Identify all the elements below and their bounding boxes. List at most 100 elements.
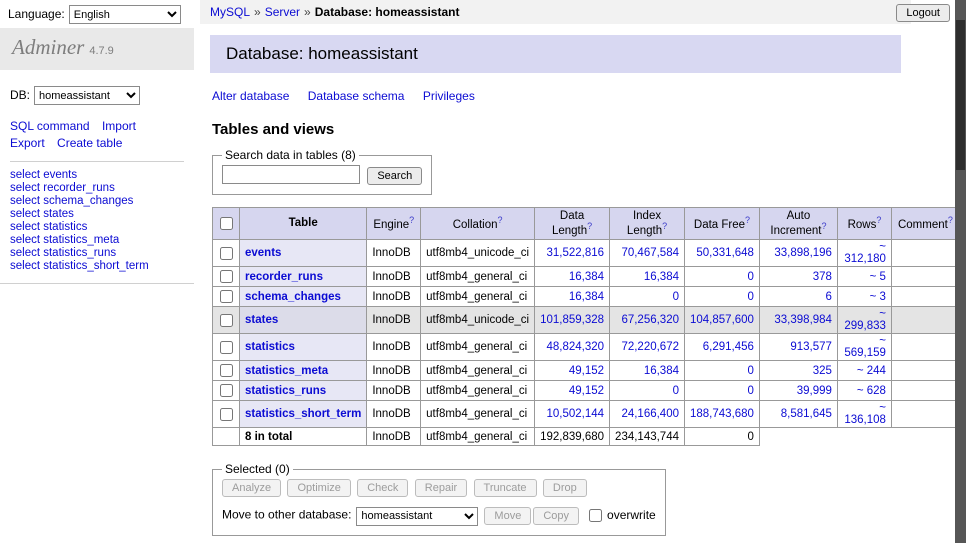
rows-count-link[interactable]: ~ 312,180 [844,241,886,265]
data-free-link[interactable]: 0 [748,385,754,397]
db-select[interactable]: homeassistant [34,86,140,105]
collation-doc-link[interactable]: Collation? [453,219,503,231]
sidebar-item-select-statistics-meta[interactable]: select statistics_meta [10,234,184,247]
table-name-link[interactable]: statistics_runs [245,385,326,397]
rows-count-link[interactable]: ~ 5 [870,271,886,283]
analyze-button[interactable]: Analyze [222,479,281,497]
row-checkbox[interactable] [220,341,233,354]
data-free-link[interactable]: 188,743,680 [690,408,754,420]
index-length-link[interactable]: 24,166,400 [621,408,679,420]
auto-increment-link[interactable]: 913,577 [790,341,832,353]
auto-increment-link[interactable]: 6 [826,291,832,303]
table-name-link[interactable]: statistics_short_term [245,408,361,420]
index-length-link[interactable]: 16,384 [644,271,679,283]
data-free-link[interactable]: 0 [748,271,754,283]
data-free-link[interactable]: 50,331,648 [696,247,754,259]
sidebar-item-select-statistics-short-term[interactable]: select statistics_short_term [10,260,184,273]
data-length-link[interactable]: 31,522,816 [546,247,604,259]
index-length-link[interactable]: 70,467,584 [621,247,679,259]
auto-increment-link[interactable]: 378 [813,271,832,283]
index-length-link[interactable]: 67,256,320 [621,314,679,326]
table-name-link[interactable]: schema_changes [245,291,341,303]
data-free-link[interactable]: 0 [748,365,754,377]
sidebar-item-export[interactable]: Export [10,136,45,150]
rows-count-link[interactable]: ~ 244 [857,365,886,377]
row-checkbox[interactable] [220,384,233,397]
database-schema-link[interactable]: Database schema [308,89,405,103]
table-name-link[interactable]: statistics_meta [245,365,328,377]
rows-count-link[interactable]: ~ 628 [857,385,886,397]
select-all-checkbox[interactable] [220,217,233,230]
overwrite-checkbox[interactable] [589,509,602,522]
move-database-select[interactable]: homeassistant [356,507,478,526]
truncate-button[interactable]: Truncate [474,479,537,497]
auto-increment-link[interactable]: 33,898,196 [774,247,832,259]
move-button[interactable]: Move [484,507,531,525]
data-free-link[interactable]: 104,857,600 [690,314,754,326]
index-length-link[interactable]: 0 [673,385,679,397]
logout-button[interactable]: Logout [896,4,950,22]
row-checkbox[interactable] [220,247,233,260]
scrollbar-thumb[interactable] [956,20,965,170]
auto-increment-doc-link[interactable]: Auto Increment? [770,210,826,238]
auto-increment-link[interactable]: 39,999 [797,385,832,397]
row-checkbox[interactable] [220,408,233,421]
table-name-link[interactable]: statistics [245,341,295,353]
table-name-link[interactable]: events [245,247,281,259]
sidebar-item-select-events[interactable]: select events [10,169,184,182]
row-checkbox[interactable] [220,290,233,303]
drop-button[interactable]: Drop [543,479,587,497]
rows-count-link[interactable]: ~ 3 [870,291,886,303]
data-length-link[interactable]: 49,152 [569,385,604,397]
language-select[interactable]: English [69,5,181,24]
data-length-link[interactable]: 16,384 [569,271,604,283]
row-checkbox[interactable] [220,364,233,377]
data-length-doc-link[interactable]: Data Length? [552,210,592,238]
sidebar-item-select-statistics[interactable]: select statistics [10,221,184,234]
data-length-link[interactable]: 49,152 [569,365,604,377]
table-name-link[interactable]: states [245,314,278,326]
search-input[interactable] [222,165,360,184]
sidebar-item-select-states[interactable]: select states [10,208,184,221]
sidebar-item-select-recorder-runs[interactable]: select recorder_runs [10,182,184,195]
data-length-link[interactable]: 10,502,144 [546,408,604,420]
rows-doc-link[interactable]: Rows? [848,219,882,231]
auto-increment-link[interactable]: 8,581,645 [781,408,832,420]
privileges-link[interactable]: Privileges [423,89,475,103]
adminer-brand: Adminer [12,35,84,59]
rows-count-link[interactable]: ~ 136,108 [844,402,886,426]
breadcrumb-mysql-link[interactable]: MySQL [210,5,250,19]
index-length-link[interactable]: 16,384 [644,365,679,377]
sidebar-item-sql-command[interactable]: SQL command [10,119,90,133]
auto-increment-link[interactable]: 325 [813,365,832,377]
table-name-link[interactable]: recorder_runs [245,271,323,283]
sidebar-item-select-statistics-runs[interactable]: select statistics_runs [10,247,184,260]
index-length-link[interactable]: 0 [673,291,679,303]
breadcrumb-server-link[interactable]: Server [265,5,300,19]
vertical-scrollbar[interactable] [955,0,966,543]
auto-increment-link[interactable]: 33,398,984 [774,314,832,326]
alter-database-link[interactable]: Alter database [212,89,289,103]
optimize-button[interactable]: Optimize [287,479,350,497]
index-length-doc-link[interactable]: Index Length? [627,210,667,238]
copy-button[interactable]: Copy [533,507,579,525]
engine-doc-link[interactable]: Engine? [373,219,414,231]
data-free-link[interactable]: 6,291,456 [703,341,754,353]
rows-count-link[interactable]: ~ 299,833 [844,308,886,332]
row-checkbox[interactable] [220,270,233,283]
sidebar-item-import[interactable]: Import [102,119,136,133]
data-length-link[interactable]: 16,384 [569,291,604,303]
index-length-link[interactable]: 72,220,672 [621,341,679,353]
data-length-link[interactable]: 48,824,320 [546,341,604,353]
data-length-link[interactable]: 101,859,328 [540,314,604,326]
sidebar-item-create-table[interactable]: Create table [57,136,122,150]
search-button[interactable]: Search [367,167,422,185]
comment-doc-link[interactable]: Comment? [898,219,953,231]
rows-count-link[interactable]: ~ 569,159 [844,335,886,359]
row-checkbox[interactable] [220,314,233,327]
data-free-doc-link[interactable]: Data Free? [694,219,750,231]
check-button[interactable]: Check [357,479,408,497]
data-free-link[interactable]: 0 [748,291,754,303]
repair-button[interactable]: Repair [415,479,467,497]
sidebar-item-select-schema-changes[interactable]: select schema_changes [10,195,184,208]
